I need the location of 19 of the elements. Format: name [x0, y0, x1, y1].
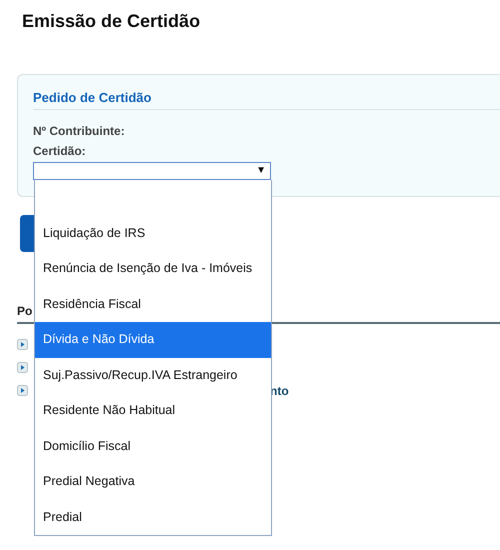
dropdown-option[interactable]: Residência Fiscal — [35, 286, 271, 322]
play-bullet-icon — [17, 385, 28, 396]
dropdown-option[interactable]: Dívida e Não Dívida — [35, 322, 271, 358]
play-bullet-icon — [17, 339, 28, 350]
dropdown-arrow-icon: ▼ — [256, 165, 266, 177]
play-bullet-icon — [17, 362, 28, 373]
certificate-select[interactable]: ▼ — [33, 162, 271, 180]
field-label: Nº Contribuinte: — [33, 124, 126, 139]
page-title: Emissão de Certidão — [21, 10, 202, 33]
dropdown-option[interactable]: Predial Negativa — [35, 464, 271, 500]
dropdown-option[interactable]: Liquidação de IRS — [35, 216, 271, 251]
section-heading: Po — [17, 304, 32, 318]
dropdown-option[interactable]: Suj.Passivo/Recup.IVA Estrangeiro — [35, 358, 271, 393]
dropdown-option[interactable]: Residente Não Habitual — [35, 393, 271, 428]
dropdown-option[interactable]: Predial — [35, 500, 271, 535]
panel-title: Pedido de Certidão — [33, 90, 500, 110]
dropdown-option[interactable]: Renúncia de Isenção de Iva - Imóveis — [35, 251, 271, 286]
field-label: Certidão: — [33, 144, 87, 159]
dropdown-option[interactable]: Domicílio Fiscal — [35, 428, 271, 464]
